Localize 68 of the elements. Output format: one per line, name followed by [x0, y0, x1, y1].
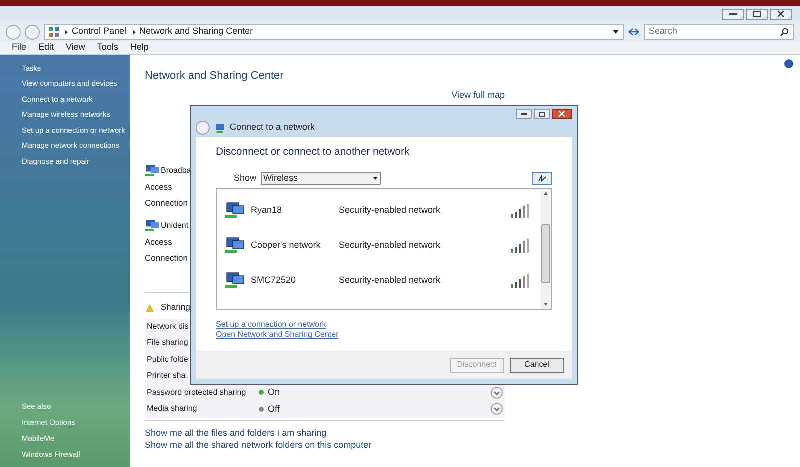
network-property-label: Connection	[145, 252, 188, 264]
sharing-link[interactable]: Show me all the shared network folders on this computer	[145, 438, 505, 450]
close-icon	[559, 111, 565, 117]
sharing-link[interactable]: Show me all the files and folders I am sharing	[145, 426, 505, 438]
sharing-label: Printer sha	[147, 370, 186, 382]
scrollbar[interactable]	[541, 189, 551, 310]
view-full-map-link[interactable]: View full map	[452, 89, 505, 102]
refresh-icon	[538, 174, 546, 182]
chevron-right-icon	[65, 30, 68, 34]
signal-strength-icon	[511, 204, 529, 218]
menu-item[interactable]: Tools	[97, 41, 118, 55]
network-list-item[interactable]: Ryan18 Security-enabled network	[217, 193, 541, 228]
sharing-status: Off	[268, 402, 280, 416]
signal-strength-icon	[511, 238, 529, 253]
network-property-label: Access	[145, 236, 172, 248]
close-icon	[778, 11, 784, 17]
sharing-icon	[145, 302, 155, 312]
menu-item[interactable]: Help	[130, 41, 149, 55]
menu-item[interactable]: File	[12, 41, 27, 55]
minimize-button[interactable]	[722, 8, 744, 20]
show-dropdown[interactable]: Wireless	[260, 172, 381, 185]
menu-item[interactable]: Edit	[38, 41, 54, 55]
network-name: Unident	[161, 220, 189, 232]
sharing-label: Password protected sharing	[147, 386, 246, 399]
sharing-status: On	[268, 386, 280, 399]
minimize-button[interactable]	[516, 109, 532, 119]
expand-icon[interactable]	[491, 386, 503, 399]
network-list-item[interactable]: SMC72520 Security-enabled network	[217, 263, 541, 298]
dialog-button[interactable]: Cancel	[510, 358, 564, 372]
chevron-right-icon	[132, 30, 136, 34]
breadcrumb[interactable]: Network and Sharing Center	[140, 25, 254, 39]
network-computer-icon	[145, 218, 160, 232]
network-property-label: Connection	[145, 196, 188, 210]
network-list-item[interactable]: Cooper's network Security-enabled network	[217, 228, 541, 264]
network-computer-icon	[225, 202, 245, 220]
network-icon	[215, 123, 225, 133]
sharing-label: Media sharing	[147, 403, 198, 416]
network-property-label: Access	[145, 180, 172, 194]
expand-icon[interactable]	[491, 403, 503, 416]
signal-strength-icon	[511, 274, 529, 288]
network-computer-icon	[145, 164, 160, 178]
dialog-link[interactable]: Open Network and Sharing Center	[216, 330, 339, 340]
close-button[interactable]	[552, 109, 572, 119]
sharing-label: Public folde	[147, 354, 188, 366]
network-computer-icon	[225, 272, 245, 290]
sharing-label: Network dis	[147, 320, 189, 333]
dialog-heading: Disconnect or connect to another network	[216, 145, 411, 160]
breadcrumb[interactable]: Control Panel	[72, 25, 127, 39]
network-computer-icon	[225, 236, 245, 255]
dialog-title: Connect to a network	[230, 121, 316, 134]
maximize-button[interactable]	[534, 109, 550, 119]
sharing-label: File sharing	[147, 337, 188, 350]
dialog-link[interactable]: Set up a connection or network	[216, 320, 326, 330]
search-field[interactable]: Search	[644, 24, 794, 40]
refresh-icon[interactable]	[628, 27, 640, 37]
dropdown-icon[interactable]	[613, 30, 619, 34]
menu-item[interactable]: View	[66, 41, 86, 55]
refresh-button[interactable]	[532, 172, 552, 185]
maximize-button[interactable]	[746, 8, 768, 20]
close-button[interactable]	[770, 8, 792, 20]
dropdown-icon	[372, 177, 378, 180]
page-title: Network and Sharing Center	[145, 69, 285, 83]
control-panel-icon	[49, 27, 59, 37]
network-name: Broadba	[161, 164, 192, 176]
show-label: Show	[234, 172, 257, 185]
section-heading: Sharing	[161, 301, 190, 314]
address-field[interactable]: Control Panel Network and Sharing Center	[44, 24, 624, 40]
search-icon	[780, 28, 789, 36]
